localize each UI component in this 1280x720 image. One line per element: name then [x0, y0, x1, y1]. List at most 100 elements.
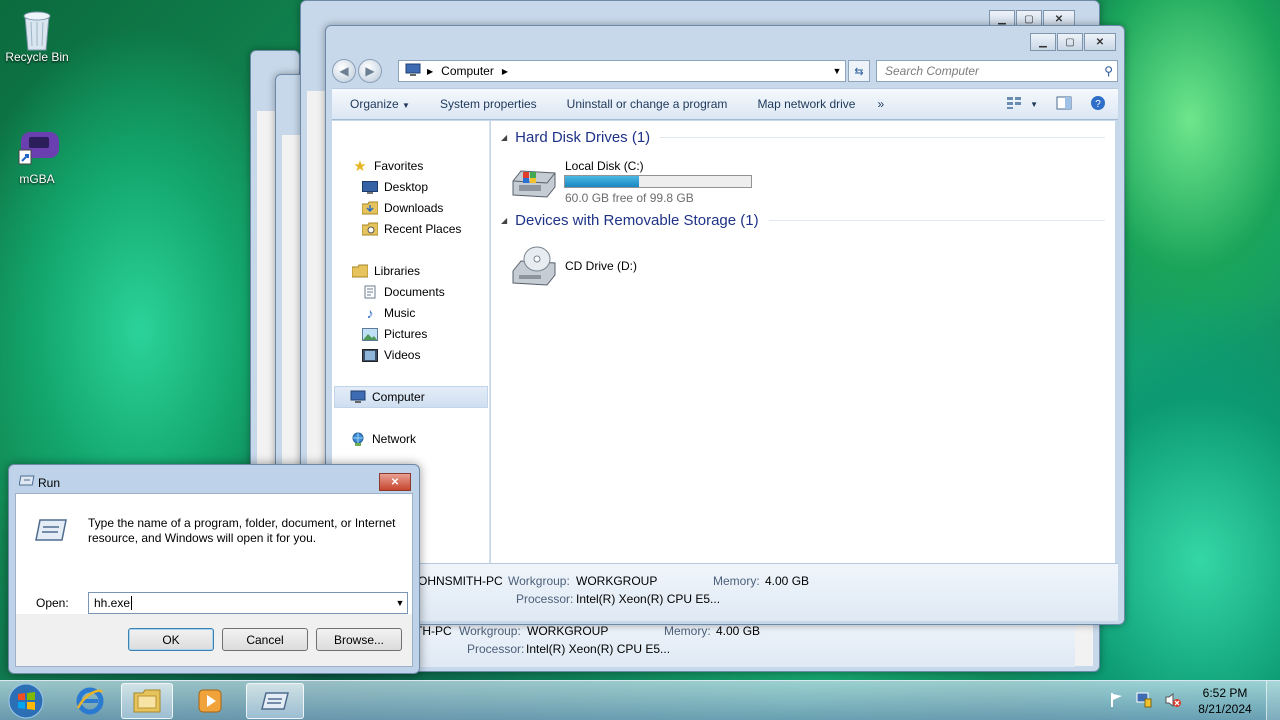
view-controls: ▼ ? — [1006, 95, 1106, 114]
desktop-icon-label: mGBA — [19, 172, 55, 186]
address-dropdown-icon[interactable]: ▼ — [829, 66, 845, 76]
breadcrumb-computer[interactable]: Computer — [441, 64, 494, 78]
maximize-button[interactable]: ▢ — [1057, 33, 1083, 51]
music-icon: ♪ — [366, 305, 374, 321]
workgroup-value: WORKGROUP — [527, 624, 609, 638]
run-program-icon — [34, 518, 68, 545]
drive-c-free-space: 60.0 GB free of 99.8 GB — [565, 191, 694, 205]
chevron-down-icon[interactable]: ▼ — [393, 598, 407, 608]
taskbar-run-dialog[interactable] — [246, 683, 304, 719]
desktop-icon-mgba[interactable]: mGBA — [0, 128, 74, 186]
maximize-icon: ▢ — [1065, 36, 1075, 48]
minimize-icon: ▁ — [1039, 36, 1047, 48]
volume-muted-icon[interactable] — [1164, 692, 1182, 711]
preview-pane-button[interactable] — [1056, 96, 1072, 113]
processor-value: Intel(R) Xeon(R) CPU E5... — [576, 592, 721, 606]
cancel-button[interactable]: Cancel — [222, 628, 308, 651]
ok-button[interactable]: OK — [128, 628, 214, 651]
desktop-icon-label: Recycle Bin — [5, 50, 69, 64]
close-button[interactable]: ✕ — [1084, 33, 1116, 51]
group-header-removable[interactable]: ◢ Devices with Removable Storage (1) — [501, 212, 1105, 229]
nav-downloads[interactable]: Downloads — [362, 199, 443, 217]
back-arrow-icon: ◀ — [339, 64, 349, 78]
change-view-button[interactable]: ▼ — [1006, 96, 1038, 113]
refresh-icon: ⇆ — [854, 65, 864, 78]
hard-drive-icon — [509, 161, 559, 205]
system-tray: 6:52 PM 8/21/2024 — [1110, 685, 1256, 717]
drive-local-disk-c[interactable]: Local Disk (C:) 60.0 GB free of 99.8 GB — [509, 157, 759, 207]
more-commands-button[interactable]: » — [877, 97, 884, 111]
workgroup-value: WORKGROUP — [576, 574, 658, 588]
nav-pictures[interactable]: Pictures — [362, 325, 427, 343]
details-pane: JOHNSMITH-PC Workgroup: WORKGROUP Memory… — [332, 563, 1118, 621]
run-title-icon — [18, 475, 35, 490]
nav-computer[interactable]: Computer — [350, 388, 425, 406]
map-network-drive-button[interactable]: Map network drive — [757, 97, 855, 111]
windows-logo-icon — [8, 683, 44, 719]
drive-cd-d[interactable]: CD Drive (D:) — [509, 241, 709, 291]
network-tray-icon[interactable] — [1136, 692, 1152, 711]
search-input[interactable]: Search Computer ⚲ — [876, 60, 1118, 82]
run-dialog[interactable]: Run ✕ Type the name of a program, folder… — [8, 464, 420, 674]
run-description: Type the name of a program, folder, docu… — [88, 516, 396, 545]
desktop-icon-recycle-bin[interactable]: Recycle Bin — [0, 6, 74, 64]
maximize-icon: ▢ — [1024, 13, 1034, 25]
action-center-flag-icon[interactable] — [1110, 692, 1124, 711]
explorer-window[interactable]: ▁ ▢ ✕ ◀ ▶ ▶ Computer ▶ ▼ ⇆ Search Comput… — [325, 25, 1125, 625]
taskbar-media-player[interactable] — [184, 683, 236, 719]
forward-button[interactable]: ▶ — [358, 59, 382, 83]
close-button[interactable]: ✕ — [379, 473, 411, 491]
group-header-hard-disks[interactable]: ◢ Hard Disk Drives (1) — [501, 129, 1105, 146]
drive-d-name: CD Drive (D:) — [565, 259, 637, 273]
show-desktop-button[interactable] — [1266, 681, 1280, 720]
help-icon: ? — [1091, 95, 1105, 110]
address-row: ◀ ▶ ▶ Computer ▶ ▼ ⇆ Search Computer ⚲ — [332, 58, 1118, 84]
chevron-down-icon: ▼ — [1030, 99, 1038, 109]
nav-favorites[interactable]: ★ Favorites — [352, 157, 423, 175]
clock-time: 6:52 PM — [1202, 686, 1248, 700]
videos-icon — [362, 348, 378, 362]
nav-videos[interactable]: Videos — [362, 346, 420, 364]
mgba-icon — [17, 128, 59, 168]
network-icon — [350, 432, 366, 446]
cd-drive-icon — [509, 245, 559, 289]
help-button[interactable]: ? — [1090, 95, 1106, 114]
nav-desktop[interactable]: Desktop — [362, 178, 428, 196]
computer-name: JOHNSMITH-PC — [412, 574, 503, 588]
computer-icon — [350, 390, 366, 404]
nav-documents[interactable]: Documents — [362, 283, 445, 301]
open-input[interactable]: hh.exe ▼ — [88, 592, 408, 614]
address-bar[interactable]: ▶ Computer ▶ ▼ — [398, 60, 846, 82]
run-body: Type the name of a program, folder, docu… — [15, 493, 413, 667]
memory-value: 4.00 GB — [765, 574, 810, 588]
open-label: Open: — [36, 596, 69, 610]
recycle-bin-icon — [17, 6, 57, 51]
open-input-value: hh.exe — [94, 596, 131, 610]
breadcrumb-separator-icon[interactable]: ▶ — [502, 67, 508, 76]
start-button[interactable] — [6, 682, 46, 720]
browse-button[interactable]: Browse... — [316, 628, 402, 651]
back-button[interactable]: ◀ — [332, 59, 356, 83]
nav-network[interactable]: Network — [350, 430, 416, 448]
taskbar-windows-explorer[interactable] — [121, 683, 173, 719]
minimize-button[interactable]: ▁ — [1030, 33, 1056, 51]
svg-text:?: ? — [1095, 99, 1101, 110]
refresh-button[interactable]: ⇆ — [848, 60, 870, 82]
desktop-folder-icon — [362, 180, 378, 194]
taskbar-internet-explorer[interactable] — [64, 683, 116, 719]
view-icon — [1006, 96, 1022, 113]
nav-libraries[interactable]: Libraries — [352, 262, 420, 280]
preview-pane-icon — [1056, 96, 1072, 109]
nav-music[interactable]: ♪ Music — [362, 304, 416, 322]
forward-arrow-icon: ▶ — [365, 64, 375, 78]
search-icon: ⚲ — [1104, 64, 1113, 78]
organize-menu[interactable]: Organize ▼ — [350, 97, 410, 111]
uninstall-program-button[interactable]: Uninstall or change a program — [567, 97, 728, 111]
nav-recent-places[interactable]: Recent Places — [362, 220, 461, 238]
system-clock[interactable]: 6:52 PM 8/21/2024 — [1194, 685, 1256, 717]
content-pane: ◢ Hard Disk Drives (1) Local Disk (C:) 6… — [491, 121, 1115, 563]
system-properties-button[interactable]: System properties — [440, 97, 537, 111]
group-divider — [660, 137, 1105, 138]
libraries-icon — [352, 264, 368, 278]
media-player-icon — [198, 689, 222, 713]
